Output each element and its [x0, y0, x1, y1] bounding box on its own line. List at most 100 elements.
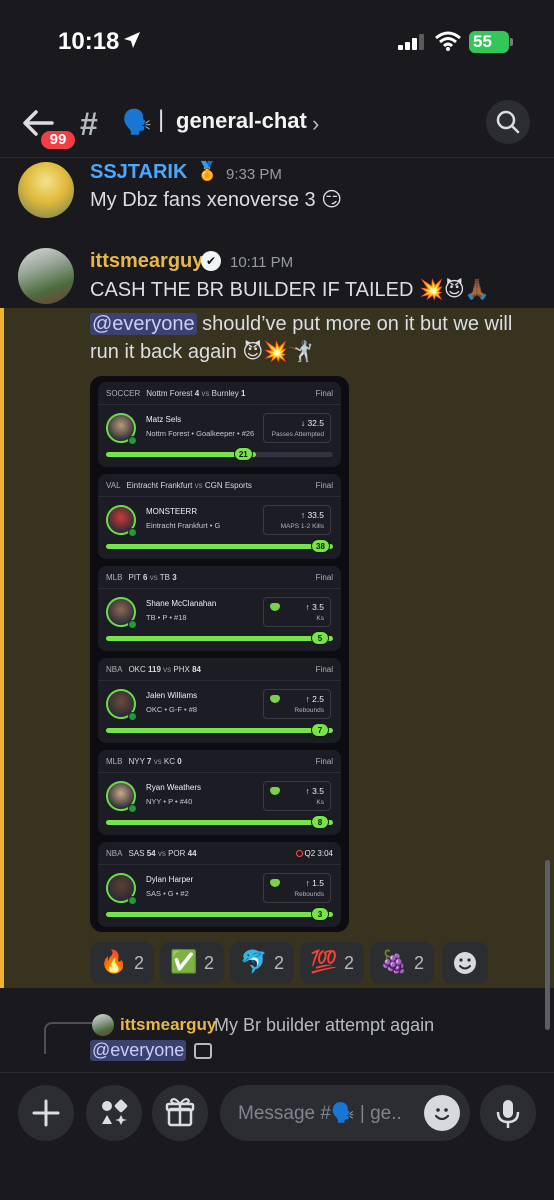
league-label: NBA: [106, 849, 123, 858]
message-author[interactable]: SSJTARIK: [90, 161, 187, 184]
bet-card-header: MLB PIT 6 vs TB 3 Final: [106, 573, 333, 582]
chevron-right-icon[interactable]: ›: [312, 111, 319, 137]
league-label: SOCCER: [106, 389, 141, 398]
prop-line: ↓ 32.5: [301, 418, 324, 428]
prop-line-value: 3.5: [312, 602, 324, 612]
channel-header: 99 # 🗣️ | general-chat ›: [0, 86, 554, 158]
gift-button[interactable]: [152, 1085, 208, 1141]
reaction-emoji: 🍇: [380, 949, 408, 974]
vs-label: vs: [153, 757, 162, 766]
check-icon: [128, 620, 137, 629]
prop-line-box: ↑ 33.5 MAPS 1-2 Kills: [263, 505, 331, 535]
game-status: Final: [316, 757, 333, 766]
score1: 4: [194, 389, 200, 398]
avatar[interactable]: [18, 162, 74, 218]
game-status: Final: [316, 573, 333, 582]
live-icon: [295, 850, 303, 857]
reply-avatar: [92, 1014, 114, 1036]
message-input[interactable]: Message #🗣️ | ge..: [220, 1085, 470, 1141]
reaction-chip[interactable]: 🔥 2: [90, 942, 154, 984]
vs-label: vs: [194, 481, 203, 490]
prop-line-value: 1.5: [312, 878, 324, 888]
player-name: MONSTEERR: [146, 507, 198, 516]
progress-track: 21: [106, 447, 333, 461]
reaction-count: 2: [344, 953, 355, 973]
team1: Nottm Forest: [146, 389, 193, 398]
prop-stat: Ks: [316, 799, 324, 806]
prop-line-box: ↑ 3.5 Ks: [263, 781, 331, 811]
avatar[interactable]: [18, 248, 74, 304]
channel-name[interactable]: general-chat: [176, 108, 307, 134]
medal-badge-icon: 🏅: [196, 161, 219, 181]
team1: Eintracht Frankfurt: [126, 481, 193, 490]
voice-message-button[interactable]: [480, 1085, 536, 1141]
team1: SAS: [128, 849, 145, 858]
reaction-chip[interactable]: 🐬 2: [230, 942, 294, 984]
prop-line: ↑ 1.5: [306, 878, 324, 888]
player-meta: OKC • G-F • #8: [146, 705, 198, 714]
game-status-text: Final: [315, 389, 333, 398]
player-name: Dylan Harper: [146, 875, 194, 884]
score2: 3: [172, 573, 177, 582]
message-composer: Message #🗣️ | ge..: [0, 1072, 554, 1200]
reaction-chip[interactable]: 🍇 2: [370, 942, 434, 984]
player-name: Jalen Williams: [146, 691, 198, 700]
reply-connector-line: [44, 1022, 92, 1054]
prop-stat: Ks: [316, 615, 324, 622]
wifi-icon: [435, 31, 461, 51]
emoji-smile-icon: [454, 952, 476, 974]
bet-card: NBA OKC 119 vs PHX 84 Final Jalen Williams O…: [98, 658, 341, 743]
score1: 119: [148, 665, 161, 674]
progress-track: 3: [106, 907, 333, 921]
apps-button[interactable]: [86, 1085, 142, 1141]
player-name: Ryan Weathers: [146, 783, 201, 792]
team1: PIT: [128, 573, 141, 582]
prop-line: ↑ 2.5: [306, 694, 324, 704]
cellular-signal-icon: [398, 34, 424, 50]
unread-count-badge: 99: [38, 128, 78, 152]
add-attachment-button[interactable]: [18, 1085, 74, 1141]
vs-label: vs: [149, 573, 158, 582]
direction-arrow-icon: ↑: [305, 694, 310, 704]
emoji-picker-button[interactable]: [424, 1095, 460, 1131]
emoji-smile-icon: [434, 1108, 450, 1121]
reply-text: My Br builder attempt again: [214, 1015, 435, 1035]
score2: 84: [192, 665, 201, 674]
bet-card-header: MLB NYY 7 vs KC 0 Final: [106, 757, 333, 766]
reply-everyone-mention: @everyone: [90, 1040, 187, 1061]
add-reaction-button[interactable]: [442, 942, 488, 984]
player-meta: Nottm Forest • Goalkeeper • #26: [146, 429, 255, 438]
reaction-emoji: 💯: [310, 949, 338, 974]
attachment-image[interactable]: SOCCER Nottm Forest 4 vs Burnley 1 Final Ma…: [90, 376, 349, 932]
vs-label: vs: [157, 849, 166, 858]
verified-badge-icon: ✔: [201, 251, 221, 271]
reaction-chip[interactable]: 💯 2: [300, 942, 364, 984]
check-icon: [128, 804, 137, 813]
team2: Burnley: [211, 389, 239, 398]
reply-preview[interactable]: ittsmearguy My Br builder attempt again …: [0, 988, 554, 1072]
progress-result: 8: [311, 815, 329, 829]
divider: [98, 680, 341, 681]
progress-fill: [106, 636, 333, 641]
bet-card: SOCCER Nottm Forest 4 vs Burnley 1 Final Ma…: [98, 382, 341, 467]
progress-result: 3: [311, 907, 329, 921]
goblin-icon: [270, 879, 280, 887]
prop-stat: MAPS 1-2 Kills: [280, 523, 324, 530]
message-text: My Dbz fans xenoverse 3 😏: [90, 189, 343, 211]
reaction-chip[interactable]: ✅ 2: [160, 942, 224, 984]
progress-track: 5: [106, 631, 333, 645]
everyone-mention[interactable]: @everyone: [90, 313, 197, 335]
team1: OKC: [128, 665, 146, 674]
progress-result: 21: [233, 447, 253, 461]
message-author[interactable]: ittsmearguy: [90, 250, 203, 273]
search-button[interactable]: [486, 100, 530, 144]
team2: KC: [163, 757, 176, 766]
team2: CGN Esports: [204, 481, 252, 490]
game-status-text: Final: [315, 573, 333, 582]
battery-indicator: 55: [469, 31, 509, 53]
game-status: Final: [316, 389, 333, 398]
scrollbar[interactable]: [545, 860, 550, 1030]
game-status-text: Final: [315, 481, 333, 490]
check-icon: [128, 896, 137, 905]
progress-result: 38: [311, 539, 330, 553]
